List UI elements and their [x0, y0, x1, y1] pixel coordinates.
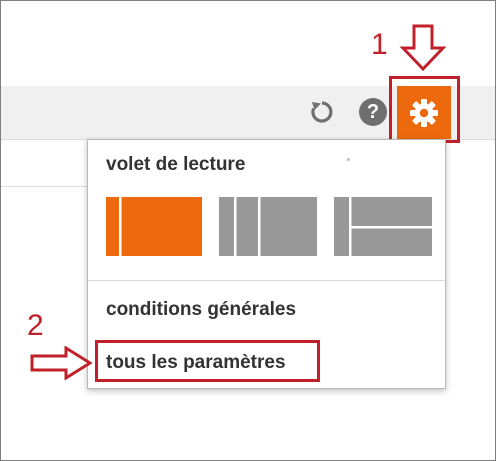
help-label: ? — [366, 100, 380, 123]
dropdown-separator — [88, 280, 445, 281]
arrow-right-icon — [30, 346, 92, 380]
help-button[interactable]: ? — [359, 98, 387, 126]
layout-option-three-columns[interactable] — [219, 197, 317, 256]
layout-option-single-pane[interactable] — [106, 197, 202, 256]
step-1-number: 1 — [371, 28, 388, 61]
terms-link[interactable]: conditions générales — [106, 299, 296, 321]
decorative-dot — [347, 158, 350, 161]
all-settings-highlight-box — [95, 340, 320, 382]
refresh-icon — [311, 101, 333, 123]
arrow-down-icon — [399, 24, 447, 72]
content-divider — [1, 186, 89, 187]
refresh-button[interactable] — [306, 96, 338, 128]
reading-pane-title: volet de lecture — [106, 154, 246, 175]
step-2-number: 2 — [27, 309, 44, 342]
layout-option-split-horizontal[interactable] — [334, 197, 432, 256]
settings-highlight-box — [389, 76, 460, 143]
